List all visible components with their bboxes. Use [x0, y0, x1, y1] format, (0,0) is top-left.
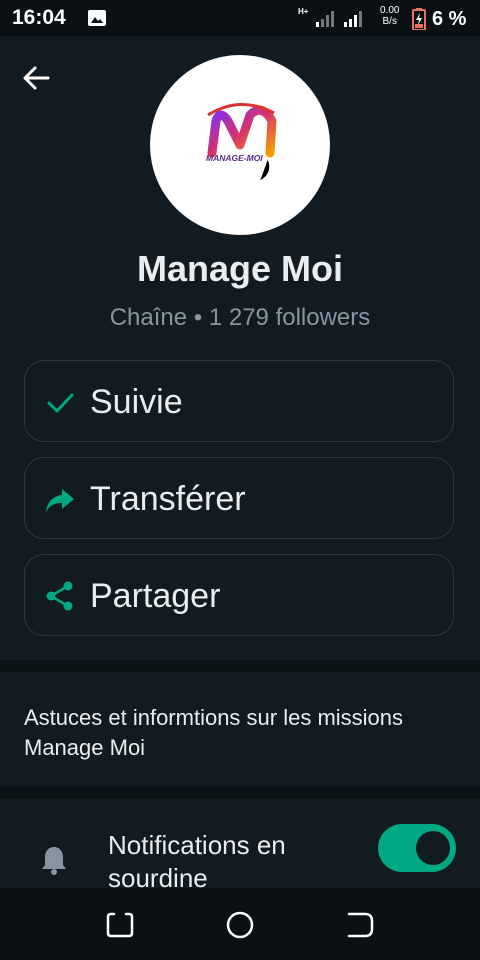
mute-notifications-label: Notifications en sourdine: [108, 830, 286, 893]
network-speed-value: 0.00: [380, 5, 400, 16]
section-divider: [0, 660, 480, 672]
forward-label: Transférer: [90, 480, 246, 518]
forward-button[interactable]: Transférer: [24, 457, 454, 539]
mute-notifications-toggle[interactable]: [378, 824, 456, 872]
network-type: H+: [298, 7, 309, 16]
battery-percent: 6 %: [432, 8, 467, 30]
check-icon: [47, 393, 74, 413]
channel-description: Astuces et informtions sur les missions …: [24, 705, 404, 760]
status-bar: 16:04 H+ 0.00 B/s 6 %: [0, 0, 480, 36]
status-time: 16:04: [12, 6, 66, 29]
forward-icon: [46, 489, 74, 512]
network-speed-unit: B/s: [382, 16, 397, 27]
battery-charging-icon: [412, 8, 426, 30]
share-icon: [46, 581, 73, 611]
share-button[interactable]: Partager: [24, 554, 454, 636]
network-speed: 0.00 B/s: [380, 5, 399, 27]
signal-sim2-icon: [344, 11, 362, 27]
bell-icon: [42, 847, 66, 875]
navigation-bar: [0, 888, 480, 960]
home-icon[interactable]: [223, 908, 257, 942]
manage-moi-logo: MANAGE-MOI: [206, 103, 277, 182]
channel-name: Manage Moi: [136, 248, 343, 289]
svg-text:MANAGE-MOI: MANAGE-MOI: [206, 153, 263, 163]
back-arrow-icon[interactable]: [18, 62, 54, 94]
recents-icon[interactable]: [103, 908, 137, 942]
channel-avatar[interactable]: MANAGE-MOI: [150, 55, 330, 235]
toggle-knob: [416, 831, 450, 865]
channel-subtitle: Chaîne • 1 279 followers: [109, 304, 371, 331]
following-button[interactable]: Suivie: [24, 360, 454, 442]
section-divider: [0, 787, 480, 799]
gallery-notification-icon: [88, 10, 106, 26]
back-nav-icon[interactable]: [343, 908, 377, 942]
share-label: Partager: [90, 577, 221, 615]
following-label: Suivie: [90, 383, 183, 421]
signal-sim1-icon: [316, 11, 334, 27]
